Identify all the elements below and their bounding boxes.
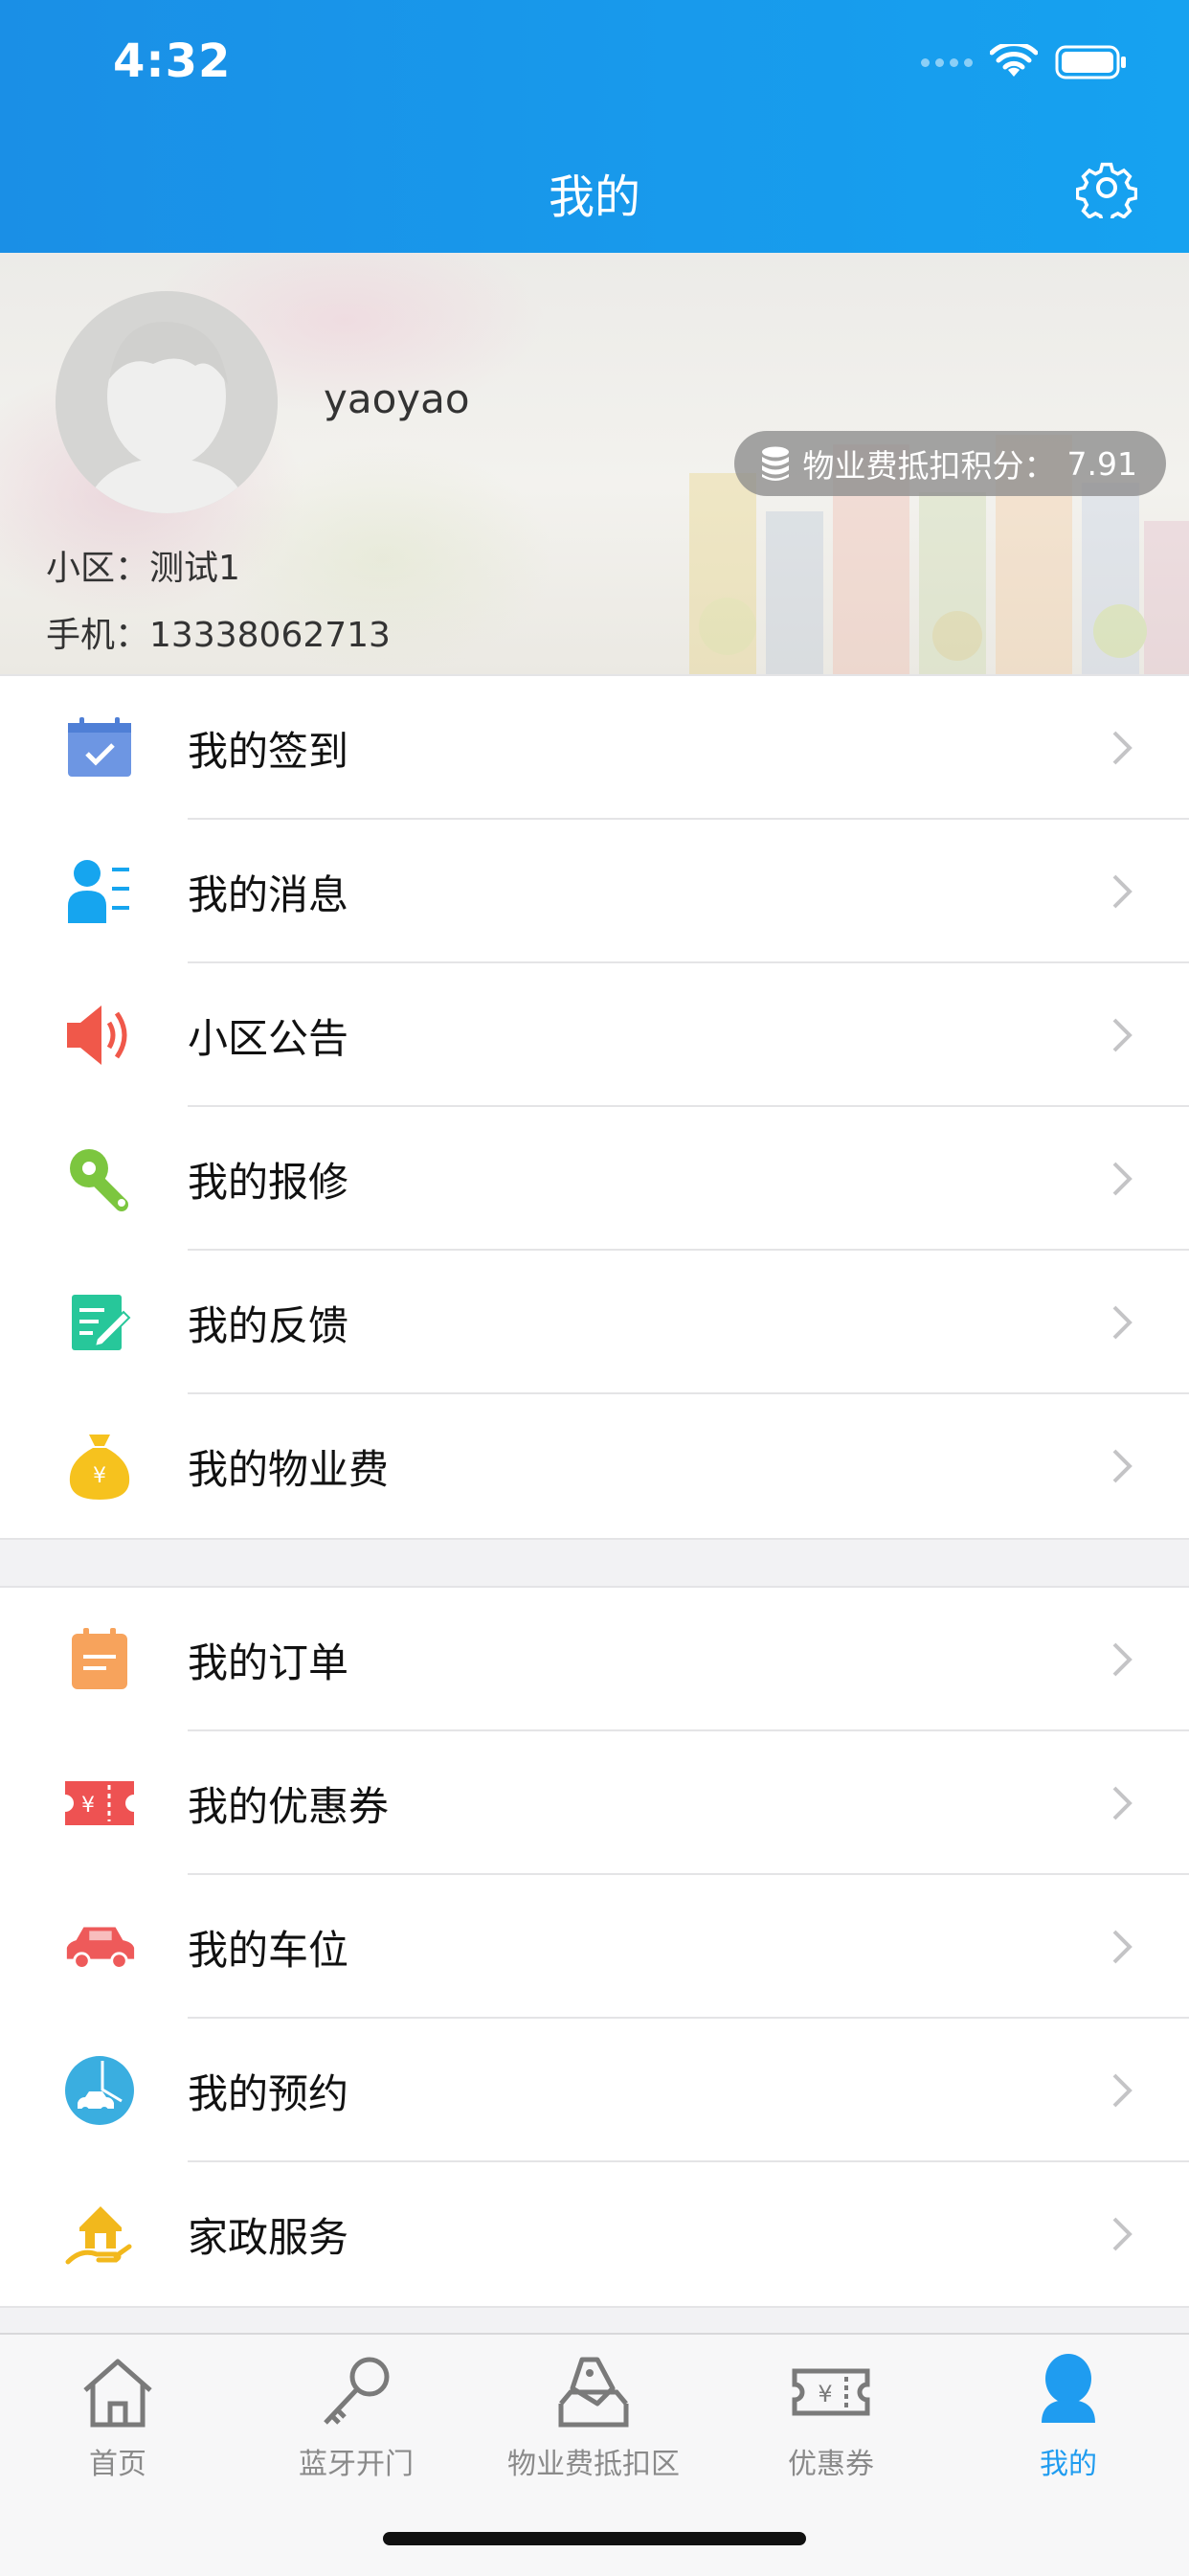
menu-item-label: 我的预约 <box>188 2069 349 2117</box>
phone-value: 13338062713 <box>149 616 391 655</box>
chevron-right-icon <box>1112 874 1133 909</box>
chevron-right-icon <box>1112 1018 1133 1052</box>
default-avatar-icon <box>56 291 278 513</box>
ticket-icon: ¥ <box>792 2368 870 2416</box>
menu-item-feedback[interactable]: 我的反馈 <box>0 1251 1189 1394</box>
menu-item-label: 我的优惠券 <box>188 1782 390 1830</box>
community-value: 测试1 <box>149 549 240 588</box>
menu-item-property-fee[interactable]: ¥ 我的物业费 <box>0 1394 1189 1538</box>
navigation-header: 4:32 我的 <box>0 0 1189 253</box>
key-icon <box>324 2357 390 2425</box>
chevron-right-icon <box>1112 1449 1133 1483</box>
home-icon <box>83 2359 152 2428</box>
menu-item-coupons[interactable]: ¥ 我的优惠券 <box>0 1731 1189 1875</box>
cellular-signal-icon <box>921 57 973 67</box>
menu-item-housekeeping[interactable]: 家政服务 <box>0 2162 1189 2306</box>
user-message-icon <box>68 860 129 923</box>
calendar-check-icon <box>68 717 131 777</box>
svg-text:¥: ¥ <box>81 1794 95 1818</box>
points-value: 7.91 <box>1066 444 1137 483</box>
chevron-right-icon <box>1112 1786 1133 1820</box>
chevron-right-icon <box>1112 731 1133 765</box>
menu-item-label: 家政服务 <box>188 2213 349 2261</box>
money-bag-icon: ¥ <box>69 1435 130 1500</box>
home-service-icon <box>65 2206 132 2265</box>
svg-text:¥: ¥ <box>818 2381 832 2407</box>
tab-label: 蓝牙开门 <box>299 2448 414 2481</box>
menu-item-label: 我的订单 <box>188 1638 349 1686</box>
tab-home[interactable]: 首页 <box>3 2352 233 2482</box>
tab-label: 优惠券 <box>788 2448 874 2481</box>
menu-item-label: 我的物业费 <box>188 1445 390 1493</box>
menu-group-secondary: 我的订单 ¥ 我的优惠券 我的车位 我的预约 家政服务 <box>0 1586 1189 2308</box>
person-icon <box>1042 2354 1095 2423</box>
username: yaoyao <box>324 375 470 422</box>
menu-item-appointments[interactable]: 我的预约 <box>0 2019 1189 2162</box>
menu-item-label: 我的签到 <box>188 727 349 775</box>
page-title: 我的 <box>548 170 640 224</box>
feedback-note-icon <box>72 1295 131 1350</box>
tab-label: 首页 <box>89 2448 146 2481</box>
chevron-right-icon <box>1112 1642 1133 1677</box>
order-clipboard-icon <box>72 1628 127 1689</box>
chevron-right-icon <box>1112 1930 1133 1964</box>
profile-card: yaoyao 物业费抵扣积分： 7.91 小区：测试1 手机：1333806271… <box>0 253 1189 674</box>
menu-item-messages[interactable]: 我的消息 <box>0 820 1189 963</box>
battery-icon <box>1055 45 1126 79</box>
menu-item-label: 我的车位 <box>188 1926 349 1974</box>
phone-label: 手机： <box>46 616 150 655</box>
points-badge[interactable]: 物业费抵扣积分： 7.91 <box>733 431 1166 496</box>
database-coins-icon <box>761 446 789 481</box>
menu-item-announcements[interactable]: 小区公告 <box>0 963 1189 1107</box>
tab-label: 物业费抵扣区 <box>507 2448 680 2481</box>
menu-item-repair[interactable]: 我的报修 <box>0 1107 1189 1251</box>
coupon-icon: ¥ <box>65 1781 134 1825</box>
menu-item-label: 小区公告 <box>188 1014 349 1062</box>
speaker-icon <box>67 1006 127 1065</box>
chevron-right-icon <box>1112 1162 1133 1196</box>
menu-item-label: 我的消息 <box>188 870 349 918</box>
chevron-right-icon <box>1112 2073 1133 2108</box>
wrench-icon <box>70 1149 128 1211</box>
tab-label: 我的 <box>1040 2448 1097 2481</box>
menu-group-primary: 我的签到 我的消息 小区公告 我的报修 我的反馈 ¥ 我的物业费 <box>0 674 1189 1540</box>
wifi-icon <box>990 44 1038 77</box>
menu-item-label: 我的反馈 <box>188 1301 349 1349</box>
menu-item-parking[interactable]: 我的车位 <box>0 1875 1189 2019</box>
menu-item-label: 我的报修 <box>188 1158 349 1206</box>
tab-me[interactable]: 我的 <box>953 2352 1183 2482</box>
community-label: 小区： <box>46 549 150 588</box>
chevron-right-icon <box>1112 2217 1133 2251</box>
home-indicator <box>383 2532 806 2545</box>
menu-item-orders[interactable]: 我的订单 <box>0 1588 1189 1731</box>
status-time: 4:32 <box>113 34 232 88</box>
car-icon <box>66 1927 135 1970</box>
settings-gear-icon[interactable] <box>1076 157 1137 218</box>
status-indicators <box>921 44 1128 80</box>
tab-fee-deduction[interactable]: 物业费抵扣区 <box>479 2352 708 2482</box>
tab-bluetooth-unlock[interactable]: 蓝牙开门 <box>241 2352 471 2482</box>
avatar[interactable] <box>56 291 278 513</box>
chevron-right-icon <box>1112 1305 1133 1340</box>
menu-item-checkin[interactable]: 我的签到 <box>0 676 1189 820</box>
tag-box-icon <box>558 2357 629 2428</box>
tab-coupons[interactable]: ¥ 优惠券 <box>716 2352 946 2482</box>
svg-text:¥: ¥ <box>93 1464 106 1488</box>
car-wash-icon <box>65 2056 134 2125</box>
points-label: 物业费抵扣积分： <box>802 447 1056 485</box>
community-info: 小区：测试1 <box>46 540 240 590</box>
phone-info: 手机：13338062713 <box>46 607 391 657</box>
